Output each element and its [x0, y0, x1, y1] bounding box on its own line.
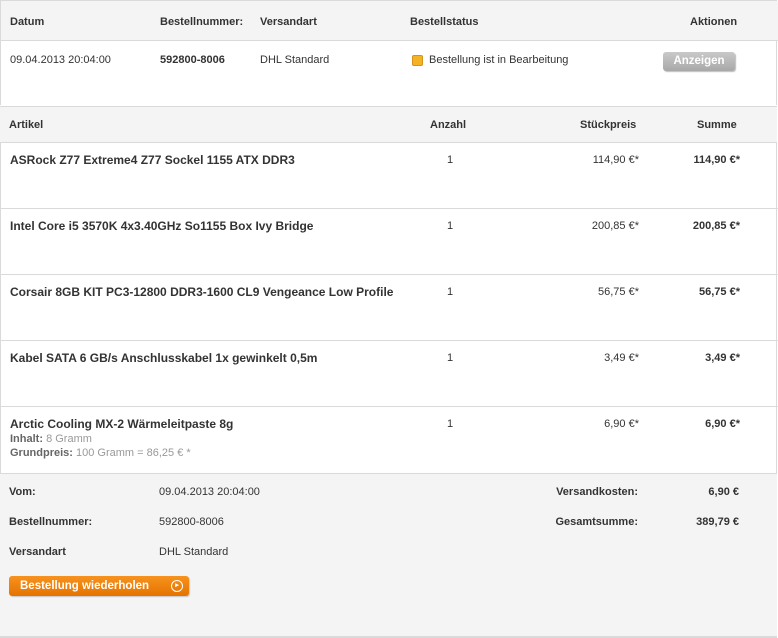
item-name[interactable]: Kabel SATA 6 GB/s Anschlusskabel 1x gewi…	[10, 351, 317, 365]
item-sum: 56,75 €*	[699, 286, 740, 298]
header-bestellstatus: Bestellstatus	[410, 16, 479, 28]
summary-vom-value: 09.04.2013 20:04:00	[159, 486, 260, 498]
order-shipping: DHL Standard	[260, 54, 330, 66]
item-name[interactable]: ASRock Z77 Extreme4 Z77 Sockel 1155 ATX …	[10, 153, 295, 167]
header-stueckpreis: Stückpreis	[580, 119, 637, 131]
item-name[interactable]: Corsair 8GB KIT PC3-12800 DDR3-1600 CL9 …	[10, 285, 393, 299]
arrow-right-icon: ▸	[171, 580, 183, 592]
list-item: ASRock Z77 Extreme4 Z77 Sockel 1155 ATX …	[1, 143, 778, 209]
list-item: Kabel SATA 6 GB/s Anschlusskabel 1x gewi…	[1, 341, 778, 407]
summary-versandkosten-label: Versandkosten:	[556, 486, 638, 498]
summary-bestellnummer-value: 592800-8006	[159, 516, 224, 528]
item-content-value: 8 Gramm	[46, 433, 92, 445]
summary-versandart-value: DHL Standard	[159, 546, 229, 558]
list-item: Intel Core i5 3570K 4x3.40GHz So1155 Box…	[1, 209, 778, 275]
summary-vom-label: Vom:	[9, 486, 36, 498]
order-date: 09.04.2013 20:04:00	[10, 54, 111, 66]
repeat-order-button[interactable]: Bestellung wiederholen ▸	[9, 576, 189, 596]
header-anzahl: Anzahl	[430, 119, 467, 131]
items-list: ASRock Z77 Extreme4 Z77 Sockel 1155 ATX …	[0, 143, 778, 473]
item-price: 6,90 €*	[604, 418, 639, 430]
summary-versandkosten-value: 6,90 €	[708, 486, 739, 498]
item-price: 56,75 €*	[598, 286, 639, 298]
item-sum: 3,49 €*	[705, 352, 740, 364]
item-content: Inhalt: 8 Gramm	[10, 433, 92, 445]
item-price: 3,49 €*	[604, 352, 639, 364]
summary-gesamtsumme-label: Gesamtsumme:	[555, 516, 638, 528]
item-price: 200,85 €*	[591, 220, 639, 232]
header-aktionen: Aktionen	[690, 16, 738, 28]
item-qty: 1	[447, 286, 454, 298]
header-bestellnummer: Bestellnummer:	[160, 16, 244, 28]
repeat-order-label: Bestellung wiederholen	[20, 580, 150, 592]
item-content-label: Inhalt:	[10, 433, 43, 445]
item-qty: 1	[447, 418, 454, 430]
summary-gesamtsumme-value: 389,79 €	[696, 516, 739, 528]
status-badge-icon	[412, 55, 423, 66]
item-qty: 1	[447, 220, 454, 232]
items-header-row: Artikel Anzahl Stückpreis Summe	[0, 106, 777, 143]
item-base-price-value: 100 Gramm = 86,25 € *	[76, 447, 191, 459]
header-summe: Summe	[697, 119, 737, 131]
summary-bestellnummer-label: Bestellnummer:	[9, 516, 93, 528]
item-price: 114,90 €*	[592, 154, 639, 166]
order-status: Bestellung ist in Bearbeitung	[429, 54, 569, 66]
list-item: Arctic Cooling MX-2 Wärmeleitpaste 8g 1 …	[1, 407, 778, 473]
item-sum: 114,90 €*	[693, 154, 741, 166]
item-name[interactable]: Arctic Cooling MX-2 Wärmeleitpaste 8g	[10, 417, 233, 431]
header-versandart: Versandart	[260, 16, 317, 28]
header-artikel: Artikel	[9, 119, 44, 131]
order-number: 592800-8006	[160, 54, 225, 66]
item-base-price: Grundpreis: 100 Gramm = 86,25 € *	[10, 447, 191, 459]
item-sum: 6,90 €*	[705, 418, 740, 430]
order-header-row: Datum Bestellnummer: Versandart Bestells…	[1, 1, 778, 41]
summary-versandart-label: Versandart	[9, 546, 66, 558]
order-detail: Datum Bestellnummer: Versandart Bestells…	[0, 0, 778, 638]
header-datum: Datum	[10, 16, 45, 28]
item-sum: 200,85 €*	[692, 220, 740, 232]
item-qty: 1	[447, 154, 454, 166]
list-item: Corsair 8GB KIT PC3-12800 DDR3-1600 CL9 …	[1, 275, 778, 341]
order-summary: Vom: 09.04.2013 20:04:00 Bestellnummer: …	[0, 473, 777, 638]
show-order-button[interactable]: Anzeigen	[663, 52, 735, 71]
item-qty: 1	[447, 352, 454, 364]
item-base-price-label: Grundpreis:	[10, 447, 73, 459]
item-name[interactable]: Intel Core i5 3570K 4x3.40GHz So1155 Box…	[10, 219, 313, 233]
order-overview: Datum Bestellnummer: Versandart Bestells…	[0, 0, 778, 105]
